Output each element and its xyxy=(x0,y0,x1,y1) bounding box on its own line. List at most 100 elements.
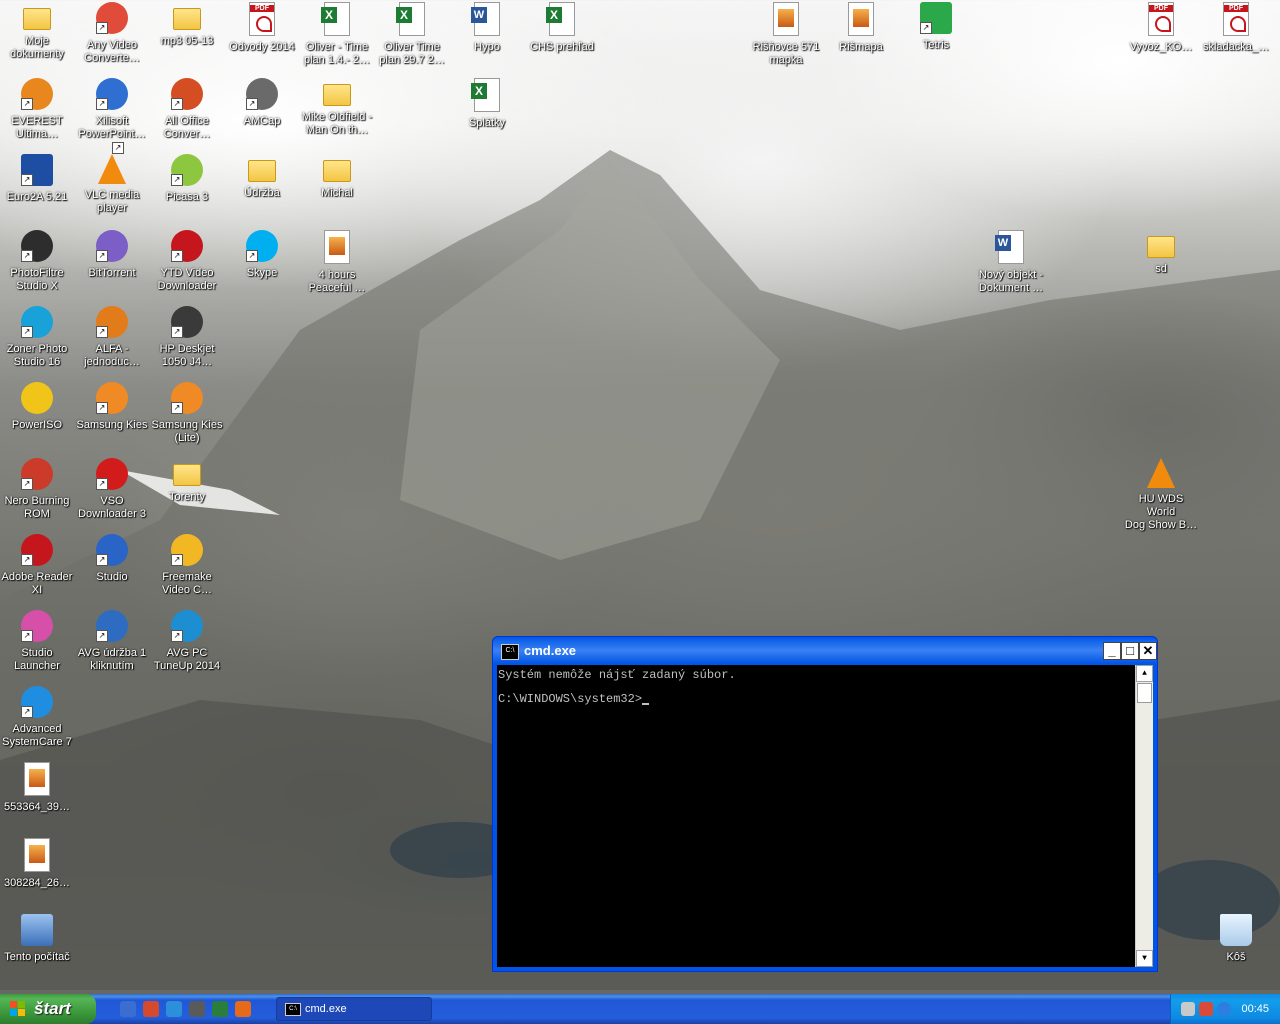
desktop-icon-label: mp3 05-13 xyxy=(160,35,214,47)
tool-icon[interactable] xyxy=(166,1001,182,1017)
desktop-icon-torenty[interactable]: Torenty xyxy=(150,458,224,504)
shortcut-arrow-icon: ↗ xyxy=(96,98,108,110)
desktop-icon-samsung-kies[interactable]: ↗ Samsung Kies (Lite) xyxy=(150,382,224,445)
desktop-icon-mike-oldfield[interactable]: Mike Oldfield - Man On th… xyxy=(300,78,374,137)
browser-firefox-icon[interactable] xyxy=(235,1001,251,1017)
cmd-titlebar[interactable]: C:\ cmd.exe _ □ ✕ xyxy=(493,637,1157,665)
scroll-thumb[interactable] xyxy=(1137,683,1152,703)
desktop-icon-sd[interactable]: sd xyxy=(1124,230,1198,276)
network-icon[interactable] xyxy=(1181,1002,1195,1016)
shortcut-arrow-icon: ↗ xyxy=(171,402,183,414)
desktop-icon-everest[interactable]: ↗ EVEREST Ultima… xyxy=(0,78,74,141)
desktop-icon-hu-wds-world[interactable]: HU WDS World Dog Show B… xyxy=(1124,458,1198,532)
desktop-icon-4-hours[interactable]: 4 hours Peaceful … xyxy=(300,230,374,295)
ie-icon[interactable] xyxy=(1217,1002,1231,1016)
desktop-icon-amcap[interactable]: ↗ AMCap xyxy=(225,78,299,128)
desktop-icon-studio[interactable]: ↗ Studio xyxy=(75,534,149,584)
circle-icon: ↗ xyxy=(96,382,128,414)
app-icon[interactable] xyxy=(189,1001,205,1017)
taskbar-button-cmd[interactable]: C:\ cmd.exe xyxy=(276,997,432,1021)
desktop-icon-photofiltre[interactable]: ↗ PhotoFiltre Studio X xyxy=(0,230,74,293)
shortcut-arrow-icon: ↗ xyxy=(96,402,108,414)
desktop-icon-label: Tetris xyxy=(922,39,950,51)
desktop-icon-label: HP Deskjet 1050 J4… xyxy=(159,343,215,368)
desktop-icon-moje[interactable]: Moje dokumenty xyxy=(0,2,74,61)
text-cursor xyxy=(642,703,650,705)
desktop-icon-label: Nero Burning ROM xyxy=(4,495,70,520)
desktop-icon-ri-mapa[interactable]: Rišmapa xyxy=(824,2,898,54)
desktop-icon-picasa-3[interactable]: ↗ Picasa 3 xyxy=(150,154,224,204)
desktop-icon-553364-39[interactable]: 553364_39… xyxy=(0,762,74,814)
desktop-icon-vso[interactable]: ↗ VSO Downloader 3 xyxy=(75,458,149,521)
pdf-icon xyxy=(1223,2,1249,36)
cmd-window[interactable]: C:\ cmd.exe _ □ ✕ Systém nemôže nájsť za… xyxy=(492,636,1158,972)
desktop-icon-hp-deskjet[interactable]: ↗ HP Deskjet 1050 J4… xyxy=(150,306,224,369)
desktop-icon-odvody-2014[interactable]: Odvody 2014 xyxy=(225,2,299,54)
desktop-icon-skladacka[interactable]: skladacka_… xyxy=(1199,2,1273,54)
desktop-icon-oliver-time[interactable]: Oliver - Time plan 1.4.- 2… xyxy=(300,2,374,67)
desktop-icon-label: Zoner Photo Studio 16 xyxy=(6,343,68,368)
desktop-icon-adobe-reader[interactable]: ↗ Adobe Reader XI xyxy=(0,534,74,597)
minimize-button[interactable]: _ xyxy=(1103,642,1121,660)
desktop-icon-nov-objekt[interactable]: Nový objekt - Dokument … xyxy=(974,230,1048,295)
desktop-icon-ytd-video[interactable]: ↗ YTD Video Downloader xyxy=(150,230,224,293)
scroll-down-button[interactable]: ▼ xyxy=(1136,950,1153,967)
desktop-icon-zoner-photo[interactable]: ↗ Zoner Photo Studio 16 xyxy=(0,306,74,369)
desktop-icon-ri-ovce-571[interactable]: Rišňovce 571 mapka xyxy=(749,2,823,67)
circle-icon: ↗ xyxy=(96,306,128,338)
windows-flag-icon xyxy=(10,1001,26,1017)
desktop-icon-studio[interactable]: ↗ Studio Launcher xyxy=(0,610,74,673)
desktop-icon-label: Freemake Video C… xyxy=(162,571,212,596)
desktop-icon-spl-tky[interactable]: Splátky xyxy=(450,78,524,130)
console-output[interactable]: Systém nemôže nájsť zadaný súbor. C:\WIN… xyxy=(497,665,1153,967)
desktop-icon-avg-dr-ba-1[interactable]: ↗ AVG údržba 1 kliknutím xyxy=(75,610,149,673)
desktop-icon-label: EVEREST Ultima… xyxy=(11,115,63,140)
security-icon[interactable] xyxy=(1199,1002,1213,1016)
show-desktop-icon[interactable] xyxy=(120,1001,136,1017)
desktop-icon-bittorrent[interactable]: ↗ BitTorrent xyxy=(75,230,149,280)
desktop-icon-tento-po-ta[interactable]: Tento počítač xyxy=(0,914,74,964)
close-button[interactable]: ✕ xyxy=(1139,642,1157,660)
desktop-icon-michal[interactable]: Michal xyxy=(300,154,374,200)
desktop-icon-mp3-05-13[interactable]: mp3 05-13 xyxy=(150,2,224,48)
circle-icon: ↗ xyxy=(21,230,53,262)
desktop-icon-k[interactable]: Kôš xyxy=(1199,914,1273,964)
desktop-icon-xilisoft[interactable]: ↗ Xilisoft PowerPoint… xyxy=(75,78,149,141)
desktop-icon-dr-ba[interactable]: Údržba xyxy=(225,154,299,200)
shortcut-arrow-icon: ↗ xyxy=(21,478,33,490)
desktop-icon-vyvoz-ko[interactable]: Vyvoz_KO… xyxy=(1124,2,1198,54)
desktop-icon-308284-26[interactable]: 308284_26… xyxy=(0,838,74,890)
desktop-icon-hypo[interactable]: Hypo xyxy=(450,2,524,54)
desktop-icon-poweriso[interactable]: PowerISO xyxy=(0,382,74,432)
desktop-icon-advanced[interactable]: ↗ Advanced SystemCare 7 xyxy=(0,686,74,749)
desktop-icon-label: Torenty xyxy=(168,491,206,503)
desktop-icon-label: Nový objekt - Dokument … xyxy=(978,269,1044,294)
desktop-icon-alfa[interactable]: ↗ ALFA - jednoduc… xyxy=(75,306,149,369)
media-icon[interactable] xyxy=(143,1001,159,1017)
maximize-button[interactable]: □ xyxy=(1121,642,1139,660)
desktop-icon-tetris[interactable]: ↗ Tetris xyxy=(899,2,973,52)
shortcut-arrow-icon: ↗ xyxy=(21,630,33,642)
shortcut-arrow-icon: ↗ xyxy=(171,174,183,186)
desktop-icon-euro2a-5-21[interactable]: ↗ Euro2A 5.21 xyxy=(0,154,74,204)
desktop-icon-chs-preh-ad[interactable]: CHS prehľad xyxy=(525,2,599,54)
desktop-icon-freemake[interactable]: ↗ Freemake Video C… xyxy=(150,534,224,597)
start-button[interactable]: štart xyxy=(0,994,96,1024)
clock[interactable]: 00:45 xyxy=(1241,994,1269,1024)
desktop-icon-all-office[interactable]: ↗ All Office Conver… xyxy=(150,78,224,141)
desktop-icon-oliver-time[interactable]: Oliver Time plan 29.7 2… xyxy=(375,2,449,67)
scroll-up-button[interactable]: ▲ xyxy=(1136,665,1153,682)
sheet-icon[interactable] xyxy=(212,1001,228,1017)
desktop-icon-avg-pc[interactable]: ↗ AVG PC TuneUp 2014 xyxy=(150,610,224,673)
console-icon: C:\ xyxy=(285,1003,301,1016)
desktop-icon-nero-burning[interactable]: ↗ Nero Burning ROM xyxy=(0,458,74,521)
vertical-scrollbar[interactable]: ▲ ▼ xyxy=(1135,665,1153,967)
desktop-icon-any-video[interactable]: ↗ Any Video Converte… xyxy=(75,2,149,65)
desktop-icon-samsung-kies[interactable]: ↗ Samsung Kies xyxy=(75,382,149,432)
desktop-icon-vlc-media[interactable]: ↗ VLC media player xyxy=(75,142,149,215)
desktop-icon-label: Any Video Converte… xyxy=(84,39,140,64)
xls-icon xyxy=(396,2,425,36)
desktop-icon-skype[interactable]: ↗ Skype xyxy=(225,230,299,280)
desktop-icon-label: 4 hours Peaceful … xyxy=(308,269,366,294)
desktop-icon-label: AMCap xyxy=(243,115,281,127)
